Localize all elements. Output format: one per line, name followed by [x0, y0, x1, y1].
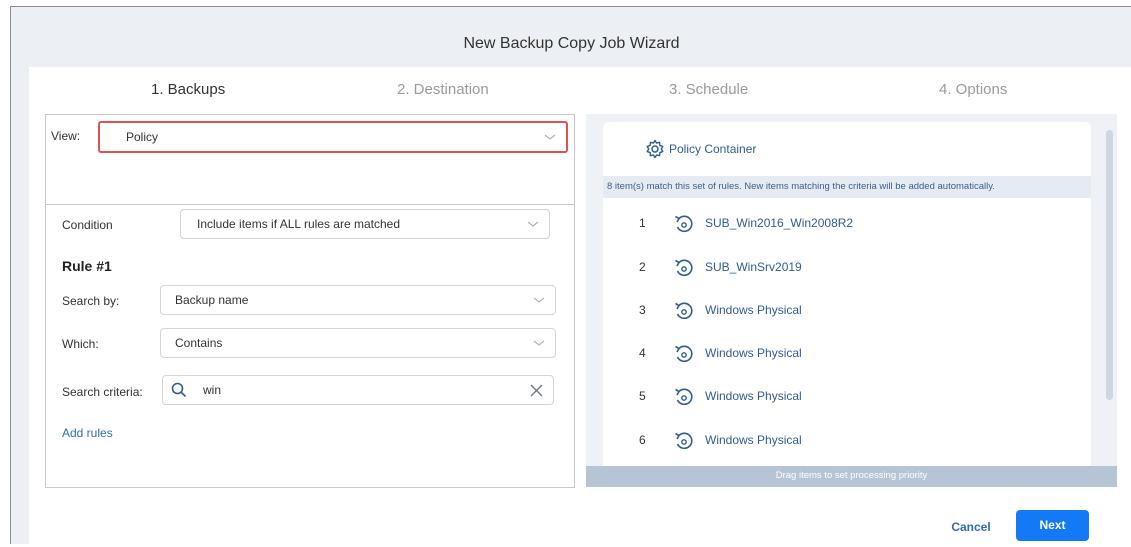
item-name: Windows Physical [705, 346, 802, 360]
item-name: Windows Physical [705, 303, 802, 317]
view-row: View: Policy [46, 115, 574, 205]
item-number: 6 [639, 433, 646, 447]
view-select-value: Policy [126, 130, 159, 144]
search-by-select[interactable]: Backup name [160, 285, 556, 315]
view-select[interactable]: Policy [98, 121, 568, 153]
backup-restore-icon [675, 302, 693, 320]
search-icon [171, 382, 187, 398]
wizard-window: New Backup Copy Job Wizard 1. Backups 2.… [10, 6, 1131, 547]
item-number: 1 [639, 216, 646, 230]
step-schedule[interactable]: 3. Schedule [669, 81, 748, 98]
chevron-down-icon [533, 297, 545, 303]
condition-label: Condition [62, 218, 113, 232]
backup-restore-icon [675, 345, 693, 363]
search-by-value: Backup name [175, 293, 249, 307]
list-item[interactable]: 1 SUB_Win2016_Win2008R2 [603, 204, 1091, 244]
policy-panel: Policy Container 8 item(s) match this se… [586, 114, 1117, 487]
view-label: View: [51, 129, 81, 143]
cancel-button[interactable]: Cancel [941, 512, 1001, 542]
match-info-bar: 8 item(s) match this set of rules. New i… [603, 176, 1091, 198]
step-backups[interactable]: 1. Backups [151, 81, 225, 98]
step-destination[interactable]: 2. Destination [397, 81, 489, 98]
item-name: Windows Physical [705, 389, 802, 403]
condition-select-value: Include items if ALL rules are matched [197, 217, 400, 231]
wizard-title: New Backup Copy Job Wizard [463, 35, 680, 52]
wizard-steps: 1. Backups 2. Destination 3. Schedule 4.… [29, 67, 1131, 115]
item-number: 2 [639, 260, 646, 274]
item-number: 3 [639, 303, 646, 317]
rule-title: Rule #1 [62, 258, 112, 274]
item-number: 4 [639, 346, 646, 360]
which-select[interactable]: Contains [160, 328, 556, 358]
search-criteria-label: Search criteria: [62, 385, 143, 399]
search-by-label: Search by: [62, 294, 120, 308]
list-item[interactable]: 5 Windows Physical [603, 377, 1091, 417]
backup-restore-icon [675, 388, 693, 406]
close-icon[interactable] [530, 384, 543, 397]
step-options[interactable]: 4. Options [939, 81, 1007, 98]
condition-select[interactable]: Include items if ALL rules are matched [180, 209, 550, 239]
backup-restore-icon [675, 432, 693, 450]
chevron-down-icon [544, 134, 556, 140]
wizard-content: 1. Backups 2. Destination 3. Schedule 4.… [29, 67, 1131, 547]
item-name: SUB_Win2016_Win2008R2 [705, 216, 854, 230]
next-button[interactable]: Next [1016, 510, 1089, 541]
item-name: Windows Physical [705, 433, 802, 447]
which-label: Which: [62, 337, 99, 351]
list-scrollbar[interactable] [1105, 122, 1114, 462]
chevron-down-icon [527, 221, 539, 227]
search-criteria-input[interactable] [203, 381, 503, 399]
backup-restore-icon [675, 259, 693, 277]
list-item[interactable]: 6 Windows Physical [603, 421, 1091, 461]
backup-restore-icon [675, 215, 693, 233]
policy-container-card: Policy Container 8 item(s) match this se… [603, 122, 1091, 487]
list-item[interactable]: 3 Windows Physical [603, 291, 1091, 331]
chevron-down-icon [533, 340, 545, 346]
which-value: Contains [175, 336, 223, 350]
list-item[interactable]: 2 SUB_WinSrv2019 [603, 248, 1091, 288]
drag-hint-bar: Drag items to set processing priority [586, 466, 1117, 487]
policy-container-header: Policy Container [603, 122, 1091, 176]
search-criteria-field [162, 375, 554, 405]
gear-icon [646, 139, 664, 159]
rules-panel: View: Policy Condition Include items if … [45, 114, 575, 488]
item-number: 5 [639, 389, 646, 403]
item-name: SUB_WinSrv2019 [705, 260, 802, 274]
scrollbar-thumb[interactable] [1106, 130, 1113, 400]
list-item[interactable]: 4 Windows Physical [603, 334, 1091, 374]
policy-container-name: Policy Container [669, 142, 757, 156]
add-rules-link[interactable]: Add rules [62, 426, 113, 440]
